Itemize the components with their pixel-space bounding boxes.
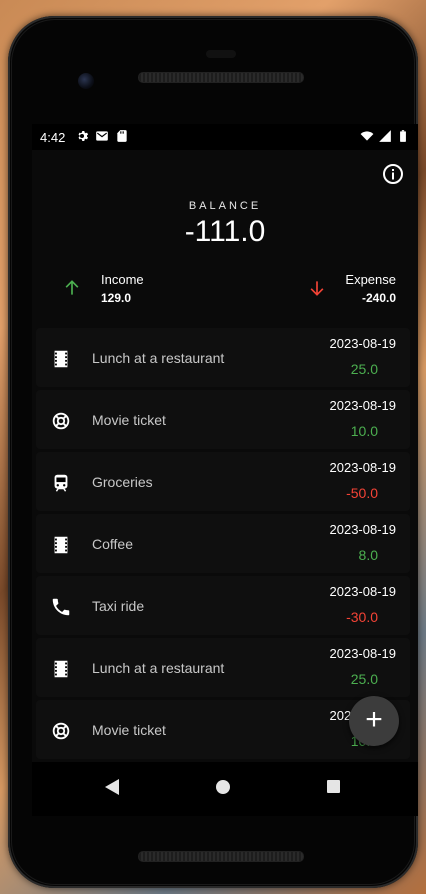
list-item[interactable]: Lunch at a restaurant 2023-08-19 25.0: [36, 638, 410, 697]
transaction-title: Lunch at a restaurant: [92, 660, 225, 676]
income-value: 129.0: [101, 291, 132, 305]
signal-icon: [379, 130, 391, 142]
list-item[interactable]: Movie ticket 2023-08-19 10.0: [36, 390, 410, 449]
transaction-amount: -30.0: [346, 609, 378, 625]
income-label: Income: [101, 272, 144, 287]
status-time: 4:42: [40, 130, 66, 145]
settings-icon: [78, 131, 89, 141]
transaction-date: 2023-08-19: [329, 336, 397, 351]
transaction-date: 2023-08-19: [329, 398, 397, 413]
sd-card-icon: [117, 130, 127, 142]
phone-icon: [52, 598, 70, 616]
transaction-amount: -50.0: [346, 485, 378, 501]
battery-icon: [400, 130, 406, 142]
transaction-date: 2023-08-19: [329, 460, 397, 475]
arrow-up-icon: [65, 280, 79, 295]
recents-icon[interactable]: [327, 780, 340, 793]
gmail-icon: [96, 131, 108, 141]
earpiece-speaker: [138, 72, 304, 83]
transaction-title: Movie ticket: [92, 722, 166, 738]
transaction-title: Groceries: [92, 474, 153, 490]
transaction-date: 2023-08-19: [329, 522, 397, 537]
train-icon: [54, 474, 68, 492]
expense-value: -240.0: [361, 291, 396, 305]
list-item[interactable]: Groceries 2023-08-19 -50.0: [36, 452, 410, 511]
transaction-amount: 8.0: [358, 547, 378, 563]
proximity-sensor: [206, 50, 236, 58]
list-item[interactable]: Taxi ride 2023-08-19 -30.0: [36, 576, 410, 635]
film-icon: [54, 536, 68, 554]
wifi-icon: [360, 131, 374, 141]
transaction-title: Movie ticket: [92, 412, 166, 428]
transaction-amount: 25.0: [350, 671, 378, 687]
transaction-title: Coffee: [92, 536, 133, 552]
transaction-amount: 10.0: [350, 423, 378, 439]
status-bar: 4:42: [32, 124, 418, 150]
app-screen: 4:42 BALANCE -111.0 Income 129.0 Expense…: [32, 124, 418, 816]
phone-frame: 4:42 BALANCE -111.0 Income 129.0 Expense…: [8, 16, 418, 888]
film-icon: [54, 350, 68, 368]
navigation-bar: [32, 762, 418, 816]
back-icon[interactable]: [104, 778, 120, 796]
info-icon[interactable]: [381, 162, 405, 186]
front-camera: [78, 73, 94, 89]
transaction-title: Taxi ride: [92, 598, 145, 614]
add-transaction-button[interactable]: +: [349, 696, 399, 746]
lifebuoy-icon: [52, 722, 70, 740]
list-item[interactable]: Coffee 2023-08-19 8.0: [36, 514, 410, 573]
list-item[interactable]: Lunch at a restaurant 2023-08-19 25.0: [36, 328, 410, 387]
arrow-down-icon: [310, 281, 324, 296]
transaction-date: 2023-08-19: [329, 584, 397, 599]
lifebuoy-icon: [52, 412, 70, 430]
balance-label: BALANCE: [188, 200, 262, 212]
expense-label: Expense: [345, 272, 396, 287]
transaction-date: 2023-08-19: [329, 646, 397, 661]
transaction-amount: 25.0: [350, 361, 378, 377]
transaction-title: Lunch at a restaurant: [92, 350, 225, 366]
bottom-speaker: [138, 851, 304, 862]
film-icon: [54, 660, 68, 678]
balance-value: -111.0: [184, 215, 266, 248]
home-icon[interactable]: [216, 780, 230, 794]
